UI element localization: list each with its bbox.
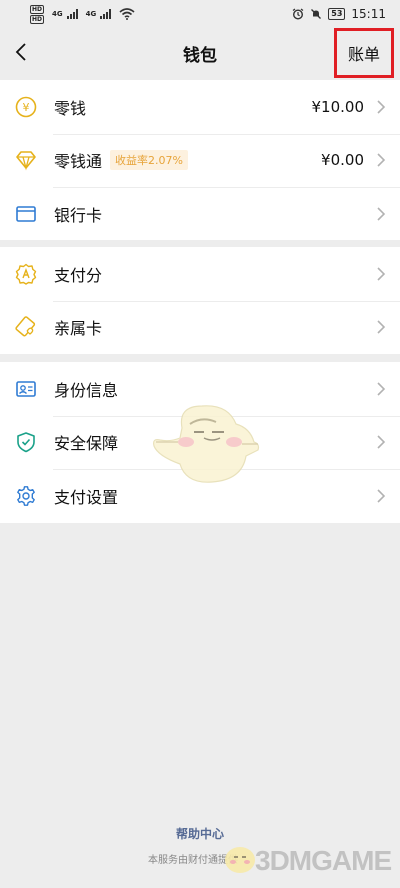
chevron-right-icon	[377, 320, 386, 334]
list-item-label: 支付分	[54, 265, 103, 285]
bill-button[interactable]: 账单	[334, 28, 394, 78]
diamond-icon	[14, 148, 38, 172]
chevron-right-icon	[377, 382, 386, 396]
hd-indicators: HD HD	[30, 4, 45, 24]
signal-icon-2	[100, 9, 112, 19]
status-bar: HD HD 4G 4G 53 15:11	[0, 0, 400, 28]
list-item-lingqiantong[interactable]: 零钱通 收益率2.07% ¥0.00	[0, 133, 400, 188]
chevron-right-icon	[377, 207, 386, 221]
id-card-icon	[14, 377, 38, 401]
list-item-label: 零钱通	[54, 152, 103, 172]
chevron-right-icon	[377, 489, 386, 503]
yield-rate-badge: 收益率2.07%	[110, 150, 188, 171]
brand-watermark: 3DMGAME	[255, 845, 392, 876]
family-card-icon	[14, 315, 38, 339]
balance-value: ¥10.00	[311, 97, 365, 116]
hd-badge-2: HD	[30, 14, 45, 24]
list-item-pay-score[interactable]: 支付分	[0, 247, 400, 301]
shield-icon	[14, 430, 38, 454]
list-item-label: 亲属卡	[54, 319, 103, 339]
network-type-2: 4G	[85, 10, 97, 18]
list-item-label: 支付设置	[54, 487, 119, 507]
chevron-right-icon	[377, 435, 386, 449]
status-right: 53 15:11	[292, 7, 386, 21]
help-center-link[interactable]: 帮助中心	[0, 825, 400, 842]
nav-bar: 钱包 账单	[0, 28, 400, 78]
chevron-right-icon	[377, 267, 386, 281]
network-type-1: 4G	[52, 10, 63, 18]
wifi-icon	[119, 8, 135, 20]
svg-text:¥: ¥	[23, 101, 30, 114]
pay-score-icon	[14, 262, 38, 286]
alarm-icon	[292, 8, 304, 20]
list-item-bank-card[interactable]: 银行卡	[0, 187, 400, 241]
watermark-bird-icon	[225, 847, 255, 873]
status-left: HD HD 4G 4G	[30, 4, 135, 24]
list-item-label: 银行卡	[54, 205, 103, 225]
list-item-family-card[interactable]: 亲属卡	[0, 300, 400, 355]
chevron-right-icon	[377, 100, 386, 114]
gear-icon	[14, 484, 38, 508]
chevron-right-icon	[377, 153, 386, 167]
list-item-change[interactable]: ¥ 零钱 ¥10.00	[0, 80, 400, 134]
battery-indicator: 53	[328, 8, 346, 20]
bill-button-label: 账单	[347, 45, 380, 64]
bank-card-icon	[14, 202, 38, 226]
list-item-label: 零钱	[54, 98, 87, 118]
list-item-label: 安全保障	[54, 434, 119, 454]
status-time: 15:11	[351, 7, 386, 21]
yuan-coin-icon: ¥	[14, 95, 38, 119]
wallet-section-credit: 支付分 亲属卡	[0, 247, 400, 354]
mute-bell-icon	[311, 9, 322, 19]
mascot-watermark-icon	[153, 405, 260, 483]
signal-icon	[66, 9, 78, 19]
wallet-section-balance: ¥ 零钱 ¥10.00 零钱通 收益率2.07% ¥0.00 银行卡	[0, 80, 400, 240]
hd-badge-1: HD	[30, 4, 45, 14]
lingqiantong-value: ¥0.00	[321, 151, 364, 170]
list-item-label: 身份信息	[54, 380, 119, 400]
